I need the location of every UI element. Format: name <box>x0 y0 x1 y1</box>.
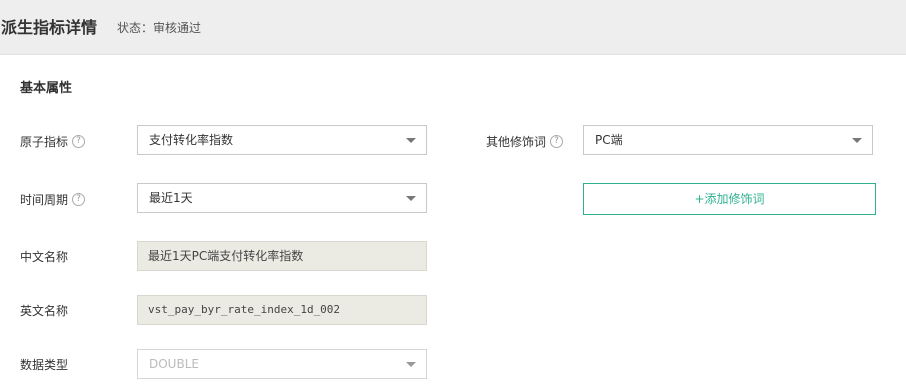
atomic-metric-value: 支付转化率指数 <box>149 133 234 147</box>
en-name-label-text: 英文名称 <box>20 304 69 318</box>
help-icon[interactable]: ? <box>72 135 86 148</box>
chevron-down-icon <box>852 138 862 143</box>
other-modifier-label: 其他修饰词 ? <box>486 133 564 150</box>
help-icon[interactable]: ? <box>72 193 86 206</box>
section-title: 基本属性 <box>20 81 73 96</box>
atomic-metric-label: 原子指标 ? <box>20 133 86 150</box>
other-modifier-label-text: 其他修饰词 <box>486 135 547 149</box>
cn-name-field: 最近1天PC端支付转化率指数 <box>137 241 427 271</box>
time-period-label-text: 时间周期 <box>20 193 69 207</box>
en-name-field: vst_pay_byr_rate_index_1d_002 <box>137 295 427 325</box>
atomic-metric-label-text: 原子指标 <box>20 135 69 149</box>
other-modifier-value: PC端 <box>595 133 623 147</box>
en-name-label: 英文名称 <box>20 302 68 319</box>
time-period-value: 最近1天 <box>149 191 193 205</box>
data-type-label-text: 数据类型 <box>20 358 69 372</box>
chevron-down-icon <box>406 138 416 143</box>
help-icon[interactable]: ? <box>550 135 564 148</box>
data-type-select: DOUBLE <box>137 349 427 379</box>
data-type-value: DOUBLE <box>149 357 199 371</box>
cn-name-label: 中文名称 <box>20 248 68 265</box>
chevron-down-icon <box>406 362 416 367</box>
chevron-down-icon <box>406 196 416 201</box>
other-modifier-select[interactable]: PC端 <box>583 125 873 155</box>
page-title: 派生指标详情 <box>1 18 98 37</box>
cn-name-label-text: 中文名称 <box>20 250 69 264</box>
time-period-select[interactable]: 最近1天 <box>137 183 427 213</box>
add-modifier-button[interactable]: +添加修饰词 <box>583 183 876 215</box>
time-period-label: 时间周期 ? <box>20 191 86 208</box>
data-type-label: 数据类型 <box>20 356 68 373</box>
atomic-metric-select[interactable]: 支付转化率指数 <box>137 125 427 155</box>
status-text: 状态：审核通过 <box>117 21 202 35</box>
page-header: 派生指标详情 状态：审核通过 <box>0 0 906 55</box>
